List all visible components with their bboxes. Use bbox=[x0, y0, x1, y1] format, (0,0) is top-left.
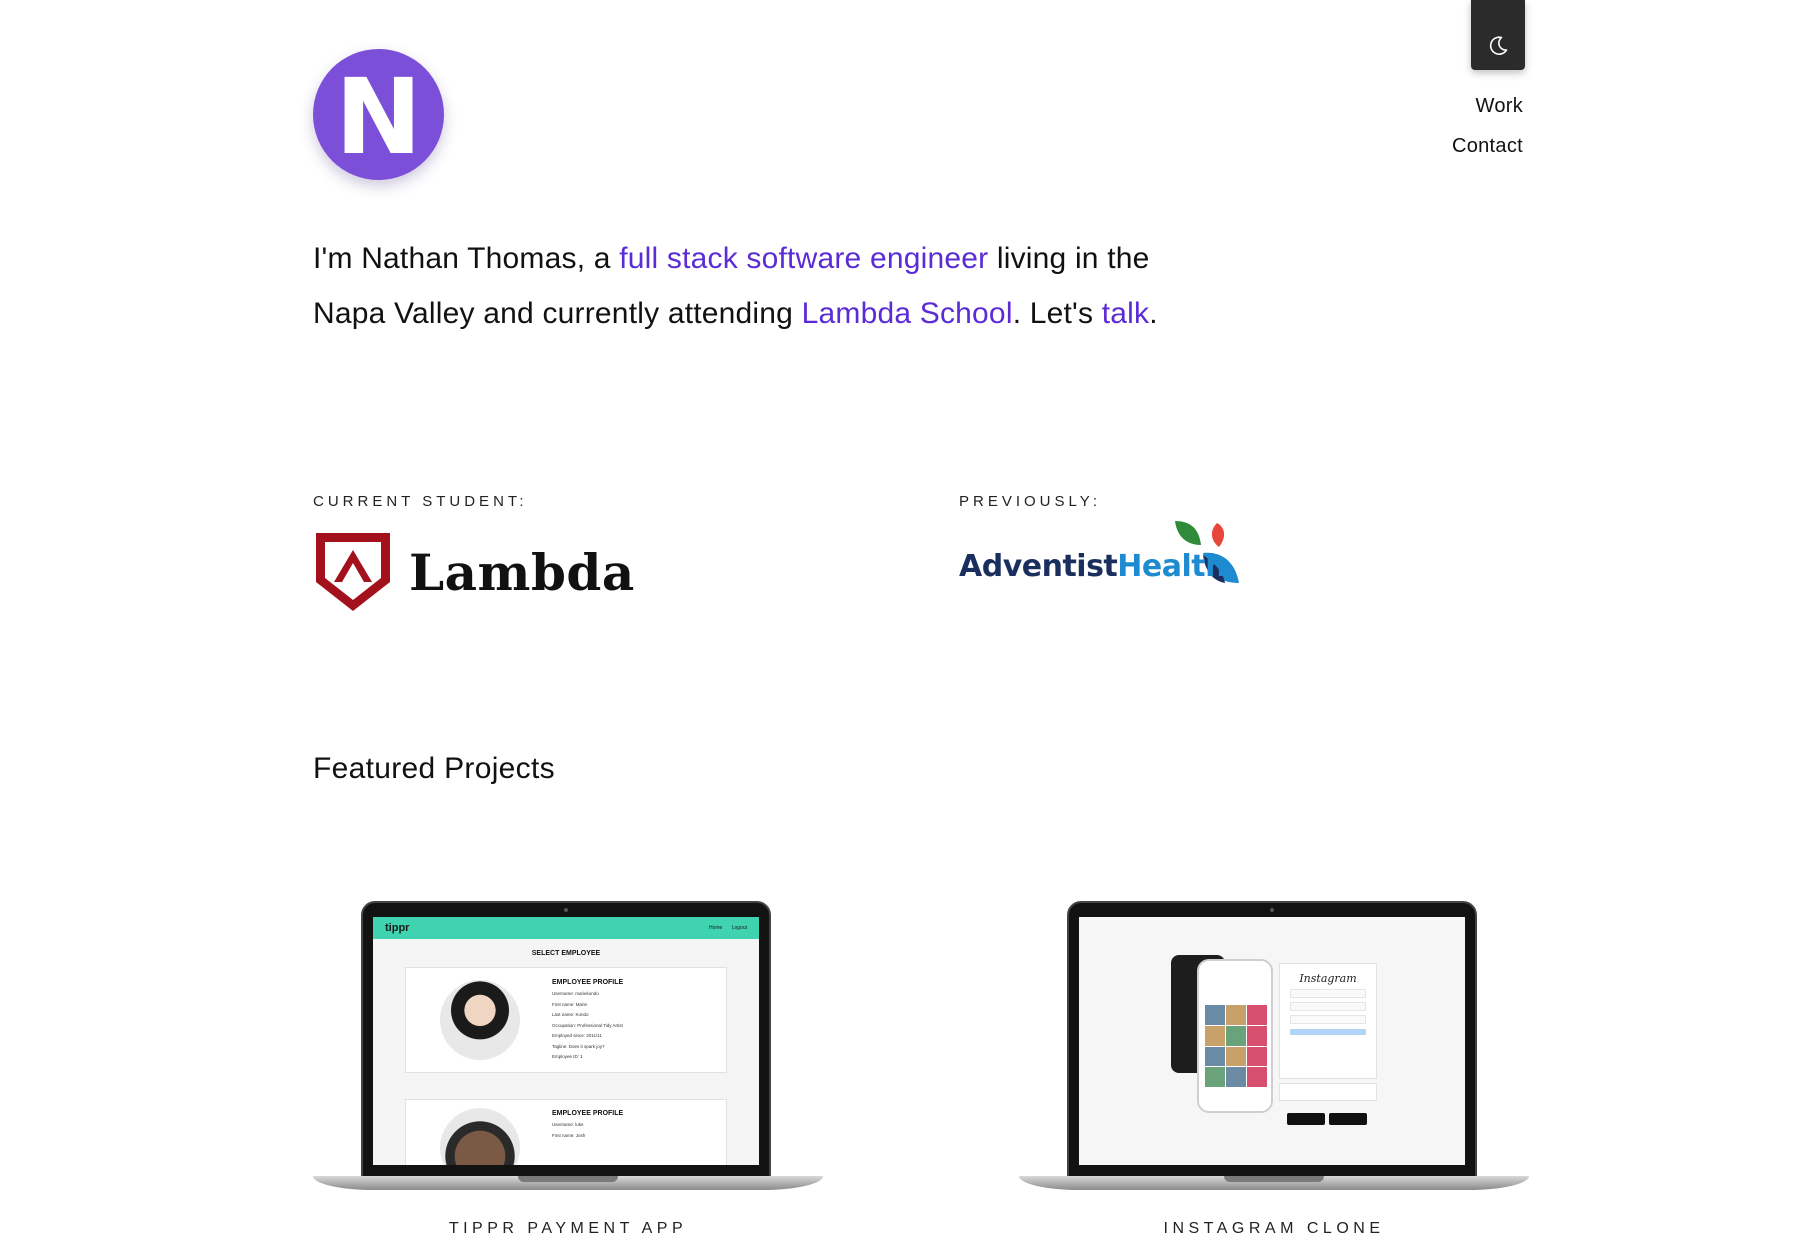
talk-link[interactable]: talk bbox=[1102, 297, 1150, 330]
employee-info: EMPLOYEE PROFILE Username: luke First na… bbox=[552, 1108, 623, 1141]
employee-field: First name: Marie bbox=[552, 1001, 588, 1007]
google-play-badge bbox=[1329, 1113, 1367, 1125]
adventist-wordmark-part2: Health bbox=[1117, 549, 1226, 584]
photo-grid bbox=[1205, 1005, 1267, 1087]
laptop-mockup: tippr Home Logout SELECT EMPLOYEE EMPLOY… bbox=[313, 895, 823, 1195]
lambda-school-link[interactable]: Lambda School bbox=[802, 297, 1013, 330]
employee-card-title: EMPLOYEE PROFILE bbox=[552, 979, 624, 987]
project-card-tippr[interactable]: tippr Home Logout SELECT EMPLOYEE EMPLOY… bbox=[313, 895, 823, 1195]
nav-contact-link[interactable]: Contact bbox=[1452, 126, 1523, 166]
lambda-shield-icon bbox=[316, 533, 390, 611]
instagram-wordmark: Instagram bbox=[1299, 972, 1357, 985]
camera-dot bbox=[1270, 908, 1274, 912]
employee-field: First name: Josh bbox=[552, 1132, 586, 1138]
tippr-navbar: tippr Home Logout bbox=[373, 917, 759, 939]
employee-field: Occupation: Professional Tidy Artist bbox=[552, 1022, 623, 1028]
tippr-heading: SELECT EMPLOYEE bbox=[531, 950, 601, 957]
laptop-mockup: Instagram bbox=[1019, 895, 1529, 1195]
app-store-badge bbox=[1287, 1113, 1325, 1125]
employee-avatar bbox=[440, 980, 520, 1060]
intro-text-part: . Let's bbox=[1012, 297, 1102, 330]
login-button-mock bbox=[1290, 1029, 1366, 1035]
lambda-wordmark: Lambda bbox=[409, 542, 635, 602]
site-logo[interactable]: N bbox=[313, 49, 444, 180]
employee-info: EMPLOYEE PROFILE Username: mariekondo Fi… bbox=[552, 977, 623, 1063]
tippr-brand: tippr bbox=[385, 922, 410, 934]
employee-card: EMPLOYEE PROFILE Username: luke First na… bbox=[405, 1099, 727, 1165]
intro-text: I'm Nathan Thomas, a full stack software… bbox=[313, 231, 1213, 341]
full-stack-link[interactable]: full stack software engineer bbox=[619, 242, 988, 275]
theme-toggle-button[interactable] bbox=[1471, 0, 1525, 70]
page: N Work Contact I'm Nathan Thomas, a full… bbox=[0, 0, 1819, 1256]
login-field bbox=[1290, 1002, 1366, 1011]
phone-mockup-front bbox=[1197, 959, 1273, 1113]
laptop-screen: Instagram bbox=[1079, 917, 1465, 1165]
laptop-screen: tippr Home Logout SELECT EMPLOYEE EMPLOY… bbox=[373, 917, 759, 1165]
laptop-lid: tippr Home Logout SELECT EMPLOYEE EMPLOY… bbox=[361, 901, 771, 1178]
logo-letter: N bbox=[334, 55, 423, 178]
employee-field: Last name: Kondo bbox=[552, 1012, 589, 1018]
employee-avatar bbox=[440, 1108, 520, 1165]
tippr-nav: Home Logout bbox=[701, 925, 747, 931]
employee-card: EMPLOYEE PROFILE Username: mariekondo Fi… bbox=[405, 967, 727, 1073]
adventist-health-logo[interactable]: AdventistHealth bbox=[959, 519, 1249, 589]
employee-field: Username: luke bbox=[552, 1122, 584, 1127]
tippr-nav-item: Home bbox=[708, 925, 723, 931]
featured-projects-title: Featured Projects bbox=[313, 752, 555, 785]
intro-text-part: . bbox=[1149, 297, 1158, 330]
employee-field: Employed since: 2011/11 bbox=[552, 1033, 602, 1039]
project-caption-instagram[interactable]: INSTAGRAM CLONE bbox=[1019, 1220, 1529, 1238]
laptop-notch bbox=[1224, 1176, 1324, 1182]
project-card-instagram[interactable]: Instagram bbox=[1019, 895, 1529, 1195]
camera-dot bbox=[564, 908, 568, 912]
signup-panel bbox=[1279, 1083, 1377, 1101]
login-field bbox=[1290, 1015, 1366, 1024]
nav-work-link[interactable]: Work bbox=[1452, 86, 1523, 126]
employee-field: Tagline: Does it spark joy? bbox=[552, 1043, 605, 1049]
login-panel: Instagram bbox=[1279, 963, 1377, 1079]
employee-field: Username: mariekondo bbox=[552, 991, 599, 997]
laptop-lid: Instagram bbox=[1067, 901, 1477, 1178]
instagram-screen: Instagram bbox=[1079, 917, 1465, 1165]
employee-card-title: EMPLOYEE PROFILE bbox=[552, 1110, 624, 1117]
employee-field: Employee ID: 1 bbox=[552, 1054, 583, 1060]
login-field bbox=[1290, 989, 1366, 998]
adventist-wordmark-part1: Adventist bbox=[959, 549, 1118, 584]
adventist-wordmark: AdventistHealth bbox=[959, 549, 1226, 584]
laptop-notch bbox=[518, 1176, 618, 1182]
tippr-nav-item: Logout bbox=[731, 925, 747, 931]
main-nav: Work Contact bbox=[1452, 86, 1523, 166]
moon-icon bbox=[1489, 36, 1508, 55]
project-caption-tippr[interactable]: TIPPR PAYMENT APP bbox=[313, 1220, 823, 1238]
previously-label: PREVIOUSLY: bbox=[959, 493, 1102, 510]
lambda-logo[interactable]: Lambda bbox=[313, 530, 635, 614]
current-student-label: CURRENT STUDENT: bbox=[313, 493, 528, 510]
intro-text-part: I'm Nathan Thomas, a bbox=[313, 242, 620, 275]
